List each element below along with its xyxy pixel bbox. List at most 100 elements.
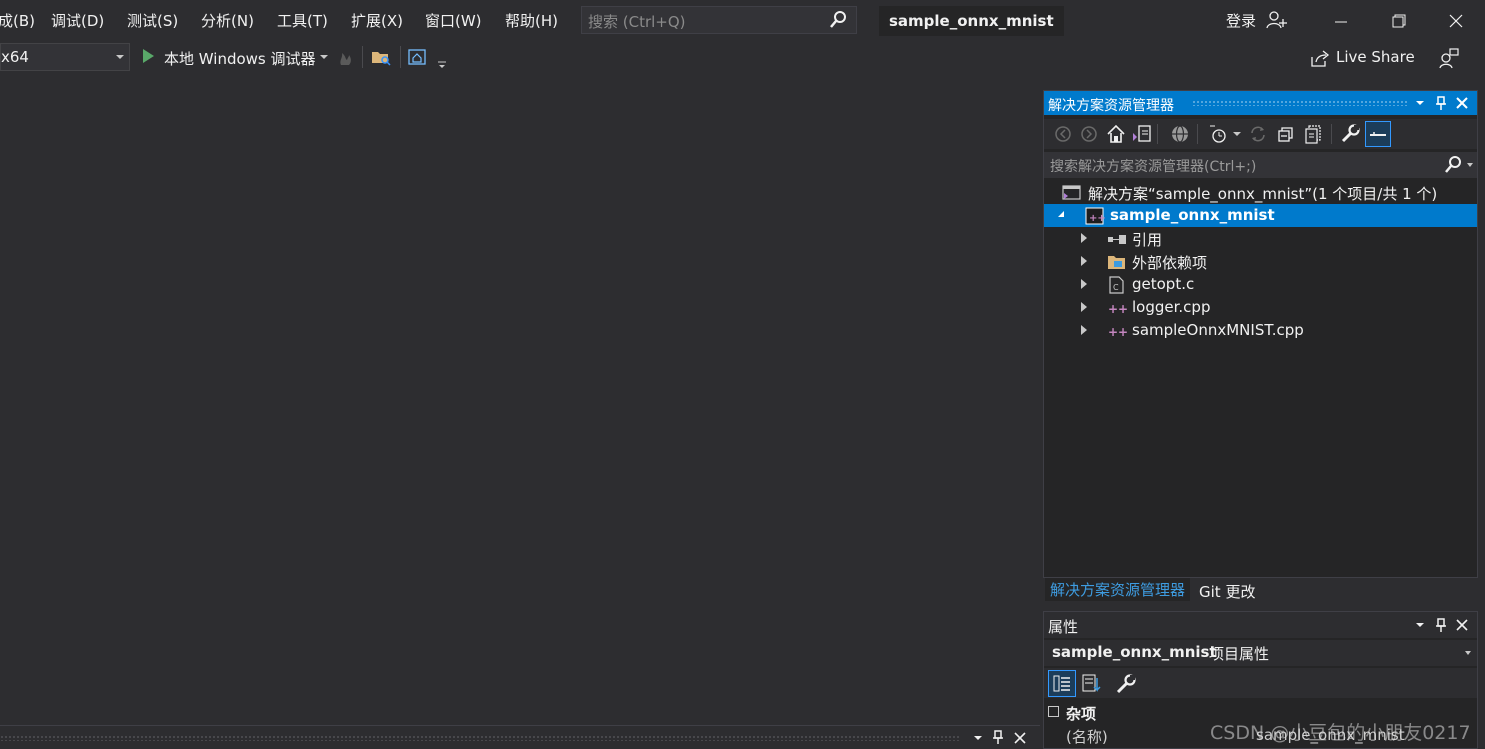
menu-extensions[interactable]: 扩展(X) — [351, 10, 403, 31]
property-pages-wrench-icon[interactable] — [1114, 672, 1138, 700]
tree-item-label: 外部依赖项 — [1132, 254, 1208, 272]
categorized-icon[interactable] — [1048, 670, 1076, 697]
pin-icon[interactable] — [1432, 94, 1450, 112]
back-icon[interactable] — [1052, 123, 1074, 145]
tree-item-label: sampleOnnxMNIST.cpp — [1132, 321, 1304, 339]
web-icon[interactable] — [1169, 123, 1191, 145]
menu-tools[interactable]: 工具(T) — [277, 10, 328, 31]
svg-text:C: C — [1113, 283, 1119, 292]
solution-icon — [1062, 184, 1081, 202]
c-file-icon: C — [1107, 276, 1125, 294]
tab-solution-explorer[interactable]: 解决方案资源管理器 — [1045, 578, 1191, 601]
chevron-down-icon — [1465, 651, 1471, 655]
panel-title: 解决方案资源管理器 — [1048, 98, 1174, 114]
forward-icon[interactable] — [1078, 123, 1100, 145]
close-icon[interactable] — [1453, 616, 1471, 634]
toolbar-separator — [1197, 124, 1198, 144]
expand-arrow-icon[interactable] — [1081, 279, 1087, 289]
home-icon[interactable] — [1105, 123, 1127, 145]
project-label: sample_onnx_mnist — [1110, 206, 1275, 224]
close-icon[interactable] — [1012, 730, 1028, 749]
properties-wrench-icon[interactable] — [1339, 123, 1361, 145]
chevron-down-icon — [116, 55, 124, 59]
expand-arrow-icon[interactable] — [1081, 325, 1087, 335]
menu-help[interactable]: 帮助(H) — [505, 10, 558, 31]
pending-changes-filter-icon[interactable] — [1207, 123, 1229, 145]
open-folder-icon[interactable] — [370, 47, 392, 71]
properties-object-selector[interactable]: sample_onnx_mnist 项目属性 — [1044, 640, 1477, 666]
play-icon — [143, 49, 154, 63]
references-icon — [1107, 230, 1126, 248]
object-type: 项目属性 — [1209, 645, 1270, 663]
menu-test[interactable]: 测试(S) — [127, 10, 178, 31]
feedback-icon[interactable] — [1438, 48, 1460, 74]
tab-git-changes[interactable]: Git 更改 — [1199, 581, 1255, 602]
toolbar-separator — [1331, 124, 1332, 144]
menu-debug[interactable]: 调试(D) — [51, 10, 104, 31]
property-name[interactable]: (名称) — [1066, 726, 1108, 747]
expand-arrow-icon[interactable] — [1081, 256, 1087, 266]
cpp-file-icon: ++ — [1107, 322, 1128, 340]
window-position-dropdown-icon[interactable] — [1411, 94, 1429, 112]
tree-item-file[interactable]: ++ sampleOnnxMNIST.cpp — [1044, 319, 1477, 342]
menu-analyze[interactable]: 分析(N) — [201, 10, 254, 31]
chevron-down-icon[interactable] — [1467, 163, 1473, 167]
pin-icon[interactable] — [1432, 616, 1450, 634]
search-placeholder: 搜索 (Ctrl+Q) — [588, 13, 686, 31]
tree-item-file[interactable]: ++ logger.cpp — [1044, 296, 1477, 319]
platform-dropdown[interactable]: x64 — [0, 43, 130, 71]
close-icon[interactable] — [1453, 94, 1471, 112]
global-search-input[interactable]: 搜索 (Ctrl+Q) — [581, 6, 857, 34]
live-share-icon[interactable] — [1309, 49, 1331, 73]
collapse-category-icon[interactable] — [1048, 706, 1059, 717]
close-button[interactable] — [1442, 8, 1470, 34]
hot-reload-icon[interactable] — [337, 49, 353, 71]
toolbar-separator — [362, 46, 363, 68]
add-user-icon[interactable] — [1266, 9, 1288, 35]
standard-toolbar: x64 本地 Windows 调试器 Live Share — [0, 42, 1485, 74]
alphabetical-icon[interactable] — [1080, 672, 1104, 700]
chevron-down-icon[interactable] — [1233, 132, 1241, 136]
solution-explorer-toolbar — [1044, 119, 1477, 149]
platform-value: x64 — [1, 48, 29, 66]
sign-in-link[interactable]: 登录 — [1226, 10, 1256, 31]
panel-title: 属性 — [1048, 618, 1079, 636]
tree-item-solution[interactable]: 解决方案“sample_onnx_mnist”(1 个项目/共 1 个) — [1044, 181, 1477, 204]
tree-item-external-dependencies[interactable]: 外部依赖项 — [1044, 250, 1477, 273]
pin-icon[interactable] — [990, 729, 1006, 749]
tree-item-references[interactable]: 引用 — [1044, 227, 1477, 250]
minimize-button[interactable] — [1327, 8, 1355, 34]
grip-pattern — [1192, 100, 1409, 106]
show-all-files-icon[interactable] — [1302, 123, 1324, 145]
expand-arrow-icon[interactable] — [1081, 233, 1087, 243]
switch-views-icon[interactable] — [1131, 123, 1153, 145]
sync-icon[interactable] — [1247, 123, 1269, 145]
svg-text:++: ++ — [1108, 302, 1127, 316]
window-position-dropdown-icon[interactable] — [1411, 616, 1429, 634]
editor-area — [0, 74, 1040, 724]
cpp-project-icon: ++ — [1085, 207, 1106, 225]
solution-explorer-search-input[interactable]: 搜索解决方案资源管理器(Ctrl+;) — [1044, 152, 1477, 178]
preview-selected-items-icon[interactable] — [1365, 121, 1391, 147]
watermark: CSDN @小豆包的小朋友0217 — [1210, 722, 1471, 744]
restore-button[interactable] — [1385, 8, 1413, 34]
live-share-button[interactable]: Live Share — [1336, 48, 1415, 66]
cpp-file-icon: ++ — [1107, 299, 1128, 317]
toolbar-overflow-icon[interactable] — [437, 56, 447, 74]
collapse-arrow-icon[interactable] — [1058, 211, 1064, 217]
browser-home-icon[interactable] — [407, 47, 429, 71]
window-position-dropdown-icon[interactable] — [970, 730, 986, 749]
search-icon[interactable] — [1445, 155, 1463, 179]
expand-arrow-icon[interactable] — [1081, 302, 1087, 312]
tree-item-label: logger.cpp — [1132, 298, 1211, 316]
tree-item-label: 引用 — [1132, 231, 1163, 249]
tree-item-file[interactable]: C getopt.c — [1044, 273, 1477, 296]
solution-explorer-header: 解决方案资源管理器 — [1044, 91, 1477, 115]
menu-bar: 成(B) 调试(D) 测试(S) 分析(N) 工具(T) 扩展(X) 窗口(W)… — [0, 0, 1485, 42]
menu-build[interactable]: 成(B) — [0, 10, 35, 31]
bottom-panel-header — [0, 725, 1040, 749]
debugger-dropdown-icon[interactable] — [320, 55, 328, 59]
menu-window[interactable]: 窗口(W) — [425, 10, 482, 31]
tree-item-project[interactable]: ++ sample_onnx_mnist — [1044, 204, 1477, 227]
collapse-all-icon[interactable] — [1275, 123, 1297, 145]
